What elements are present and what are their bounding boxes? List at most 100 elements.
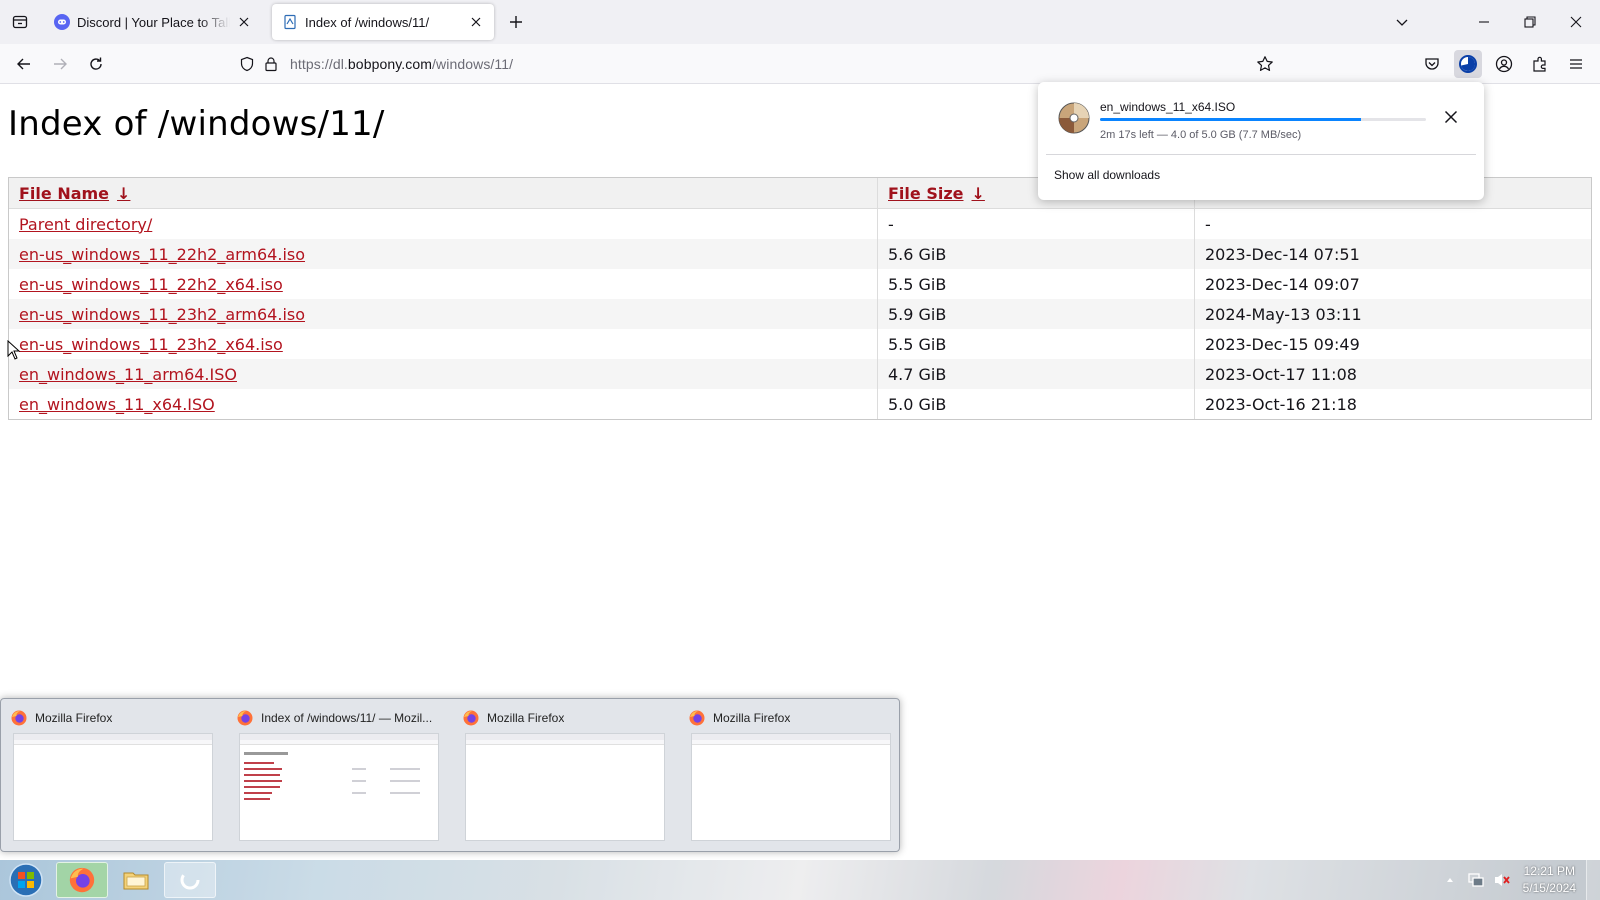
reload-button[interactable] <box>82 50 110 78</box>
table-row: en-us_windows_11_22h2_x64.iso 5.5 GiB 20… <box>9 269 1591 299</box>
tracking-protection-shield-icon[interactable] <box>238 55 256 73</box>
taskbar-loading-app[interactable] <box>164 862 216 898</box>
file-link[interactable]: en-us_windows_11_23h2_x64.iso <box>19 335 283 354</box>
windows-taskbar: 12:21 PM 5/15/2024 <box>0 860 1600 900</box>
clock[interactable]: 12:21 PM 5/15/2024 <box>1523 863 1576 897</box>
loading-spinner-icon <box>180 870 200 890</box>
arrow-left-icon <box>17 58 30 70</box>
close-icon <box>1444 110 1458 124</box>
column-label: File Name <box>19 183 110 203</box>
download-filename: en_windows_11_x64.ISO <box>1100 100 1236 114</box>
taskbar-firefox[interactable] <box>56 862 108 898</box>
pocket-icon <box>1425 58 1439 70</box>
taskbar-window-previews: Mozilla Firefox Index of /windows/11/ — … <box>0 698 900 852</box>
start-button[interactable] <box>6 862 46 898</box>
file-date: 2023-Oct-17 11:08 <box>1194 359 1591 389</box>
chevron-down-icon <box>1396 19 1408 26</box>
file-link[interactable]: en-us_windows_11_22h2_arm64.iso <box>19 245 305 264</box>
download-status: 2m 17s left — 4.0 of 5.0 GB (7.7 MB/sec) <box>1100 129 1302 141</box>
account-icon <box>1495 55 1513 73</box>
sort-arrow: ↓ <box>117 183 131 203</box>
sort-by-name-link[interactable]: File Name ↓ <box>19 184 130 203</box>
url-prefix: https://dl. <box>290 56 348 72</box>
file-link[interactable]: Parent directory/ <box>19 215 152 234</box>
restore-button[interactable] <box>1516 8 1544 36</box>
table-row: en_windows_11_arm64.ISO 4.7 GiB 2023-Oct… <box>9 359 1591 389</box>
puzzle-icon <box>1533 56 1546 72</box>
show-hidden-icons-button[interactable] <box>1439 869 1461 891</box>
preview-image <box>13 733 213 841</box>
new-tab-button[interactable] <box>504 10 528 34</box>
minimize-button[interactable] <box>1470 8 1498 36</box>
table-row: en-us_windows_11_23h2_arm64.iso 5.9 GiB … <box>9 299 1591 329</box>
close-window-button[interactable] <box>1562 8 1590 36</box>
window-preview[interactable]: Index of /windows/11/ — Mozil... <box>227 707 439 847</box>
firefox-icon <box>463 710 479 726</box>
downloads-button[interactable] <box>1454 50 1482 78</box>
window-preview[interactable]: Mozilla Firefox <box>1 707 213 847</box>
list-all-tabs-button[interactable] <box>1388 8 1416 36</box>
file-date: 2023-Dec-14 09:07 <box>1194 269 1591 299</box>
close-tab-button[interactable] <box>468 14 484 30</box>
file-date: - <box>1194 209 1591 239</box>
file-size: 5.6 GiB <box>877 239 1194 269</box>
taskbar-file-explorer[interactable] <box>110 862 162 898</box>
tab-index[interactable]: Index of /windows/11/ <box>272 4 494 40</box>
sort-arrow: ↓ <box>971 183 985 203</box>
file-size: 5.9 GiB <box>877 299 1194 329</box>
file-size: - <box>877 209 1194 239</box>
tab-title: Discord | Your Place to Talk and Hang Ou… <box>77 14 230 30</box>
file-date: 2024-May-13 03:11 <box>1194 299 1591 329</box>
window-preview[interactable]: Mozilla Firefox <box>453 707 665 847</box>
close-icon <box>239 17 249 27</box>
preview-title: Mozilla Firefox <box>35 711 113 725</box>
sort-by-size-link[interactable]: File Size ↓ <box>888 184 985 203</box>
back-button[interactable] <box>10 50 38 78</box>
firefox-icon <box>69 867 95 893</box>
cancel-download-button[interactable] <box>1440 106 1462 128</box>
show-all-downloads-button[interactable]: Show all downloads <box>1054 168 1160 182</box>
account-button[interactable] <box>1490 50 1518 78</box>
lock-icon[interactable] <box>262 55 280 73</box>
forward-button[interactable] <box>46 50 74 78</box>
file-link[interactable]: en_windows_11_x64.ISO <box>19 395 215 414</box>
system-tray: 12:21 PM 5/15/2024 <box>1435 860 1600 900</box>
windows-orb-icon <box>9 863 43 897</box>
menu-button[interactable] <box>1562 50 1590 78</box>
extensions-button[interactable] <box>1526 50 1554 78</box>
download-item[interactable]: en_windows_11_x64.ISO 2m 17s left — 4.0 … <box>1048 94 1472 144</box>
hamburger-menu-icon <box>1570 59 1582 69</box>
file-date: 2023-Oct-16 21:18 <box>1194 389 1591 419</box>
firefox-icon <box>237 710 253 726</box>
close-tab-button[interactable] <box>236 14 252 30</box>
preview-image <box>465 733 665 841</box>
file-link[interactable]: en_windows_11_arm64.ISO <box>19 365 237 384</box>
file-date: 2023-Dec-15 09:49 <box>1194 329 1591 359</box>
disc-image-icon <box>1058 102 1090 134</box>
tab-discord[interactable]: Discord | Your Place to Talk and Hang Ou… <box>44 4 262 40</box>
plus-icon <box>510 16 522 28</box>
reload-icon <box>90 57 102 70</box>
file-date: 2023-Dec-14 07:51 <box>1194 239 1591 269</box>
clock-time: 12:21 PM <box>1523 864 1575 878</box>
firefox-view-icon <box>12 15 28 29</box>
table-row: Parent directory/ - - <box>9 209 1591 239</box>
url-text: https://dl.bobpony.com/windows/11/ <box>290 56 513 72</box>
firefox-view-button[interactable] <box>8 10 32 34</box>
folder-icon <box>123 872 149 890</box>
file-link[interactable]: en-us_windows_11_22h2_x64.iso <box>19 275 283 294</box>
file-link[interactable]: en-us_windows_11_23h2_arm64.iso <box>19 305 305 324</box>
bookmark-star-icon[interactable] <box>1256 55 1274 73</box>
preview-title: Mozilla Firefox <box>487 711 565 725</box>
preview-image <box>239 733 439 841</box>
page-icon <box>282 14 298 30</box>
show-desktop-button[interactable] <box>1586 860 1600 900</box>
mouse-cursor-icon <box>7 340 21 360</box>
network-icon[interactable] <box>1465 869 1487 891</box>
table-row: en_windows_11_x64.ISO 5.0 GiB 2023-Oct-1… <box>9 389 1591 419</box>
volume-muted-icon[interactable] <box>1491 869 1513 891</box>
url-domain: bobpony.com <box>347 56 433 72</box>
pocket-button[interactable] <box>1418 50 1446 78</box>
url-bar[interactable]: https://dl.bobpony.com/windows/11/ <box>232 48 1292 80</box>
window-preview[interactable]: Mozilla Firefox <box>679 707 891 847</box>
